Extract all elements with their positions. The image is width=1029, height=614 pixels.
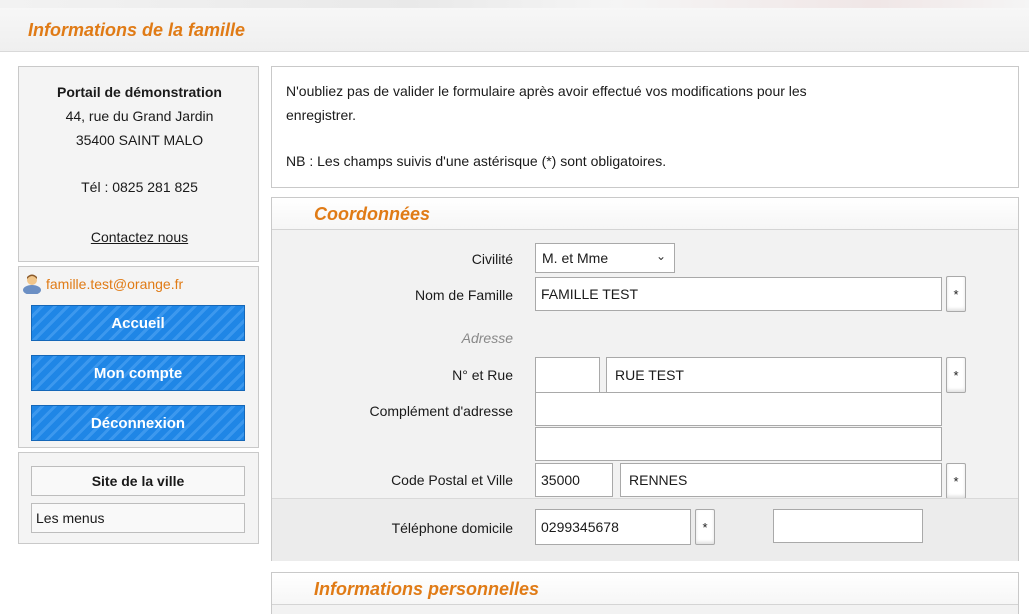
rue-required-marker: * xyxy=(946,357,966,393)
logout-button[interactable]: Déconnexion xyxy=(31,405,245,441)
notice-line2: enregistrer. xyxy=(286,107,357,123)
user-email: famille.test@orange.fr xyxy=(46,276,184,292)
complement-input-1[interactable] xyxy=(535,392,942,426)
nom-label: Nom de Famille xyxy=(414,287,513,303)
links-box: Site de la ville Les menus xyxy=(18,452,259,544)
portal-info-box: Portail de démonstration 44, rue du Gran… xyxy=(18,66,259,262)
civilite-value: M. et Mme xyxy=(542,250,609,266)
civilite-label: Civilité xyxy=(471,251,513,267)
telephone-extra-input[interactable] xyxy=(773,509,923,543)
user-box: famille.test@orange.fr Accueil Mon compt… xyxy=(18,266,259,448)
top-strip xyxy=(0,0,1029,8)
page-title: Informations de la famille xyxy=(28,20,246,40)
rue-label: N° et Rue xyxy=(452,367,513,383)
chevron-down-icon: ⌄ xyxy=(655,249,666,263)
complement-label: Complément d'adresse xyxy=(369,403,513,419)
telephone-required-marker: * xyxy=(695,509,715,545)
nom-input[interactable]: FAMILLE TEST xyxy=(535,277,942,311)
menus-link[interactable]: Les menus xyxy=(31,503,245,533)
civilite-select[interactable]: M. et Mme ⌄ xyxy=(535,243,675,273)
portal-address-line1: 44, rue du Grand Jardin xyxy=(65,108,214,124)
adresse-heading: Adresse xyxy=(461,330,513,346)
street-input[interactable]: RUE TEST xyxy=(606,357,942,393)
user-icon xyxy=(21,272,43,297)
coordonnees-title: Coordonnées xyxy=(314,204,431,224)
perso-header: Informations personnelles xyxy=(272,573,1018,605)
coordonnees-section: Coordonnées Civilité M. et Mme ⌄ Nom de … xyxy=(271,197,1019,561)
coordonnees-header: Coordonnées xyxy=(272,198,1018,230)
telephone-label: Téléphone domicile xyxy=(391,520,513,536)
contact-link[interactable]: Contactez nous xyxy=(19,229,260,245)
home-button[interactable]: Accueil xyxy=(31,305,245,341)
city-input[interactable]: RENNES xyxy=(620,463,942,497)
street-number-input[interactable] xyxy=(535,357,600,393)
perso-section: Informations personnelles xyxy=(271,572,1019,614)
notice-box: N'oubliez pas de valider le formulaire a… xyxy=(271,66,1019,188)
notice-nb: NB : Les champs suivis d'une astérisque … xyxy=(286,153,667,169)
city-site-link[interactable]: Site de la ville xyxy=(31,466,245,496)
portal-name: Portail de démonstration xyxy=(57,84,222,100)
cp-ville-required-marker: * xyxy=(946,463,966,499)
postal-code-input[interactable]: 35000 xyxy=(535,463,613,497)
telephone-input[interactable]: 0299345678 xyxy=(535,509,691,545)
account-button[interactable]: Mon compte xyxy=(31,355,245,391)
notice-line1: N'oubliez pas de valider le formulaire a… xyxy=(286,83,807,99)
portal-address-line2: 35400 SAINT MALO xyxy=(75,132,204,148)
portal-phone: Tél : 0825 281 825 xyxy=(81,179,198,195)
perso-title: Informations personnelles xyxy=(314,579,540,599)
cp-ville-label: Code Postal et Ville xyxy=(391,472,513,488)
complement-input-2[interactable] xyxy=(535,427,942,461)
nom-required-marker: * xyxy=(946,276,966,312)
user-row: famille.test@orange.fr xyxy=(21,273,183,295)
